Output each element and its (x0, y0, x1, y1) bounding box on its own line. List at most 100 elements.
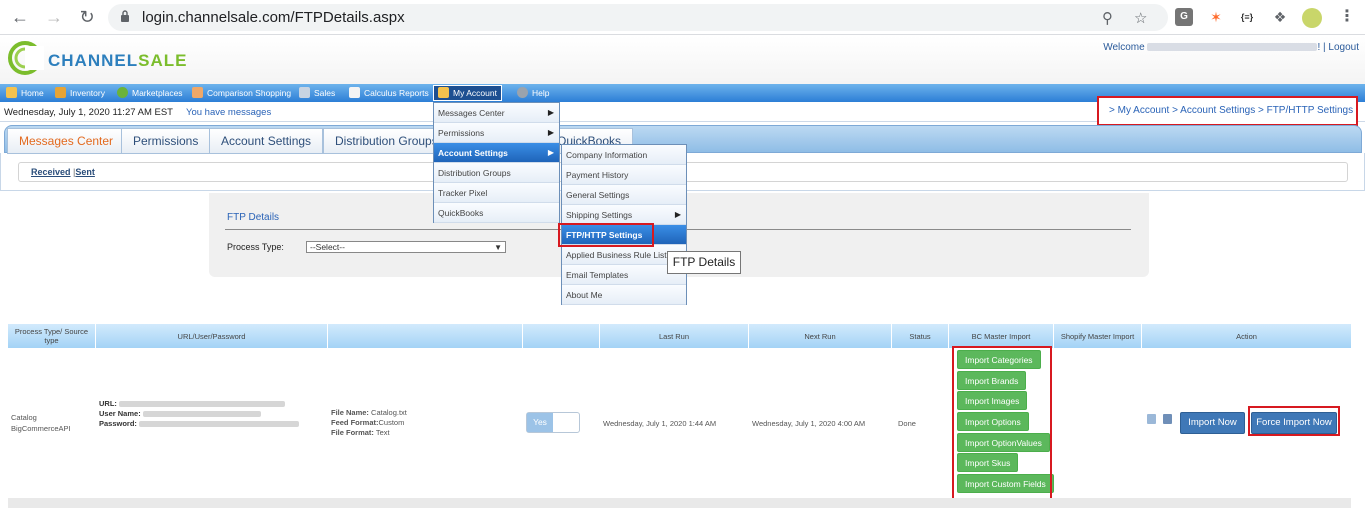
file-info-cell: File Name: Catalog.txt Feed Format:Custo… (331, 408, 407, 437)
extensions-puzzle-icon[interactable]: ❖ (1271, 8, 1289, 26)
sales-icon (299, 87, 310, 98)
logout-link[interactable]: Logout (1328, 42, 1359, 53)
nav-item-inventory[interactable]: Inventory (55, 84, 105, 102)
globe-icon (117, 87, 128, 98)
file-name: Catalog.txt (371, 408, 407, 417)
last-run-cell: Wednesday, July 1, 2020 1:44 AM (603, 419, 717, 428)
back-arrow-icon[interactable]: ← (9, 6, 31, 28)
col-action: Action (1142, 324, 1351, 348)
tab-permissions[interactable]: Permissions (121, 128, 211, 154)
bookmark-star-icon[interactable]: ☆ (1134, 9, 1147, 27)
nav-item-my-account[interactable]: My Account (433, 85, 502, 101)
force-import-highlight (1248, 406, 1340, 436)
tab-messages-center[interactable]: Messages Center (7, 128, 126, 154)
menu-item-distribution-groups[interactable]: Distribution Groups (434, 163, 559, 183)
menu-item-tracker-pixel[interactable]: Tracker Pixel (434, 183, 559, 203)
username-label: User Name: (99, 409, 141, 418)
nav-item-calculus-reports[interactable]: Calculus Reports (349, 84, 429, 102)
panel-title: FTP Details (227, 212, 280, 223)
feed-format-label: Feed Format: (331, 418, 379, 427)
chevron-right-icon: ▶ (547, 148, 554, 157)
nav-item-home[interactable]: Home (6, 84, 44, 102)
credentials-cell: URL: User Name: Password: (99, 399, 300, 428)
import-now-button[interactable]: Import Now (1180, 412, 1245, 434)
home-icon (6, 87, 17, 98)
menu-item-shipping-settings[interactable]: Shipping Settings ▶ (562, 205, 686, 225)
url-text: login.channelsale.com/FTPDetails.aspx (142, 9, 405, 26)
received-link[interactable]: Received (31, 167, 71, 177)
file-format-label: File Format: (331, 428, 374, 437)
menu-item-account-settings[interactable]: Account Settings ▶ (434, 143, 559, 163)
profile-avatar[interactable] (1302, 8, 1322, 28)
menu-item-messages-center[interactable]: Messages Center ▶ (434, 103, 559, 123)
menu-item-permissions[interactable]: Permissions ▶ (434, 123, 559, 143)
chevron-right-icon: ▶ (547, 108, 554, 117)
extension-json-icon[interactable]: {≡} (1238, 8, 1256, 26)
edit-icon[interactable] (1147, 414, 1156, 424)
browser-menu-icon[interactable]: ⋮ (1338, 8, 1356, 26)
source-type: BigCommerceAPI (11, 424, 71, 433)
file-format: Text (375, 428, 390, 437)
shopping-icon (192, 87, 203, 98)
toggle-yes-label: Yes (527, 413, 553, 432)
password-label: Password: (99, 419, 137, 428)
menu-item-about-me[interactable]: About Me (562, 285, 686, 305)
channelsale-logo-icon[interactable] (6, 38, 44, 76)
reload-icon[interactable]: ↻ (76, 6, 98, 28)
breadcrumb[interactable]: > My Account > Account Settings > FTP/HT… (1097, 96, 1358, 126)
col-status: Status (892, 324, 949, 348)
nav-item-sales[interactable]: Sales (299, 84, 335, 102)
col-last-run: Last Run (600, 324, 749, 348)
inventory-icon (55, 87, 66, 98)
site-header: CHANNELSALE Welcome ! | Logout (0, 36, 1365, 84)
menu-item-general-settings[interactable]: General Settings (562, 185, 686, 205)
status-cell: Done (898, 419, 916, 428)
redacted-username (142, 411, 261, 418)
nav-item-marketplaces[interactable]: Marketplaces (117, 84, 183, 102)
tab-distribution-groups[interactable]: Distribution Groups (323, 128, 450, 154)
extension-hub-icon[interactable]: ✶ (1207, 8, 1225, 26)
process-type-label: Process Type: (227, 242, 284, 252)
reports-chart-icon (349, 87, 360, 98)
menu-item-company-information[interactable]: Company Information (562, 145, 686, 165)
welcome-message: Welcome ! | Logout (1103, 42, 1359, 53)
sent-link[interactable]: Sent (75, 167, 95, 177)
col-shopify-master-import: Shopify Master Import (1054, 324, 1142, 348)
lock-icon (121, 10, 129, 22)
tab-account-settings[interactable]: Account Settings (209, 128, 324, 154)
feed-format: Custom (378, 418, 405, 427)
redacted-email (1147, 43, 1318, 52)
next-run-cell: Wednesday, July 1, 2020 4:00 AM (752, 419, 866, 428)
tooltip: FTP Details (667, 251, 741, 274)
browser-toolbar: ← → ↻ login.channelsale.com/FTPDetails.a… (0, 0, 1365, 35)
zoom-icon[interactable]: ⚲ (1102, 9, 1113, 27)
col-bc-master-import: BC Master Import (949, 324, 1054, 348)
menu-item-quickbooks[interactable]: QuickBooks (434, 203, 559, 223)
bc-import-highlight (952, 346, 1052, 500)
logo-wordmark[interactable]: CHANNELSALE (48, 51, 187, 71)
delete-trash-icon[interactable] (1163, 414, 1172, 424)
my-account-menu: Messages Center ▶ Permissions ▶ Account Se… (433, 102, 560, 223)
process-type-select[interactable]: --Select-- ▼ (306, 241, 506, 253)
col-file-info (328, 324, 523, 348)
enabled-toggle[interactable]: Yes (526, 412, 580, 433)
chevron-right-icon: ▶ (547, 128, 554, 137)
process-type-value: --Select-- (310, 242, 345, 252)
menu-item-payment-history[interactable]: Payment History (562, 165, 686, 185)
account-icon (438, 87, 449, 98)
file-name-label: File Name: (331, 408, 369, 417)
process-type-cell: Catalog BigCommerceAPI (11, 413, 71, 433)
process-type: Catalog (11, 413, 37, 422)
extension-g-icon[interactable]: G (1175, 8, 1193, 26)
address-bar[interactable]: login.channelsale.com/FTPDetails.aspx ⚲ … (108, 4, 1168, 31)
col-process-type: Process Type/ Source type (8, 324, 96, 348)
nav-item-help[interactable]: Help (517, 84, 549, 102)
next-table-row (8, 498, 1351, 508)
current-date: Wednesday, July 1, 2020 11:27 AM EST (4, 107, 173, 118)
ftp-settings-highlight (558, 223, 654, 247)
col-next-run: Next Run (749, 324, 892, 348)
forward-arrow-icon[interactable]: → (43, 6, 65, 28)
nav-item-comparison-shopping[interactable]: Comparison Shopping (192, 84, 291, 102)
chevron-right-icon: ▶ (674, 210, 681, 219)
messages-link[interactable]: You have messages (186, 107, 271, 118)
